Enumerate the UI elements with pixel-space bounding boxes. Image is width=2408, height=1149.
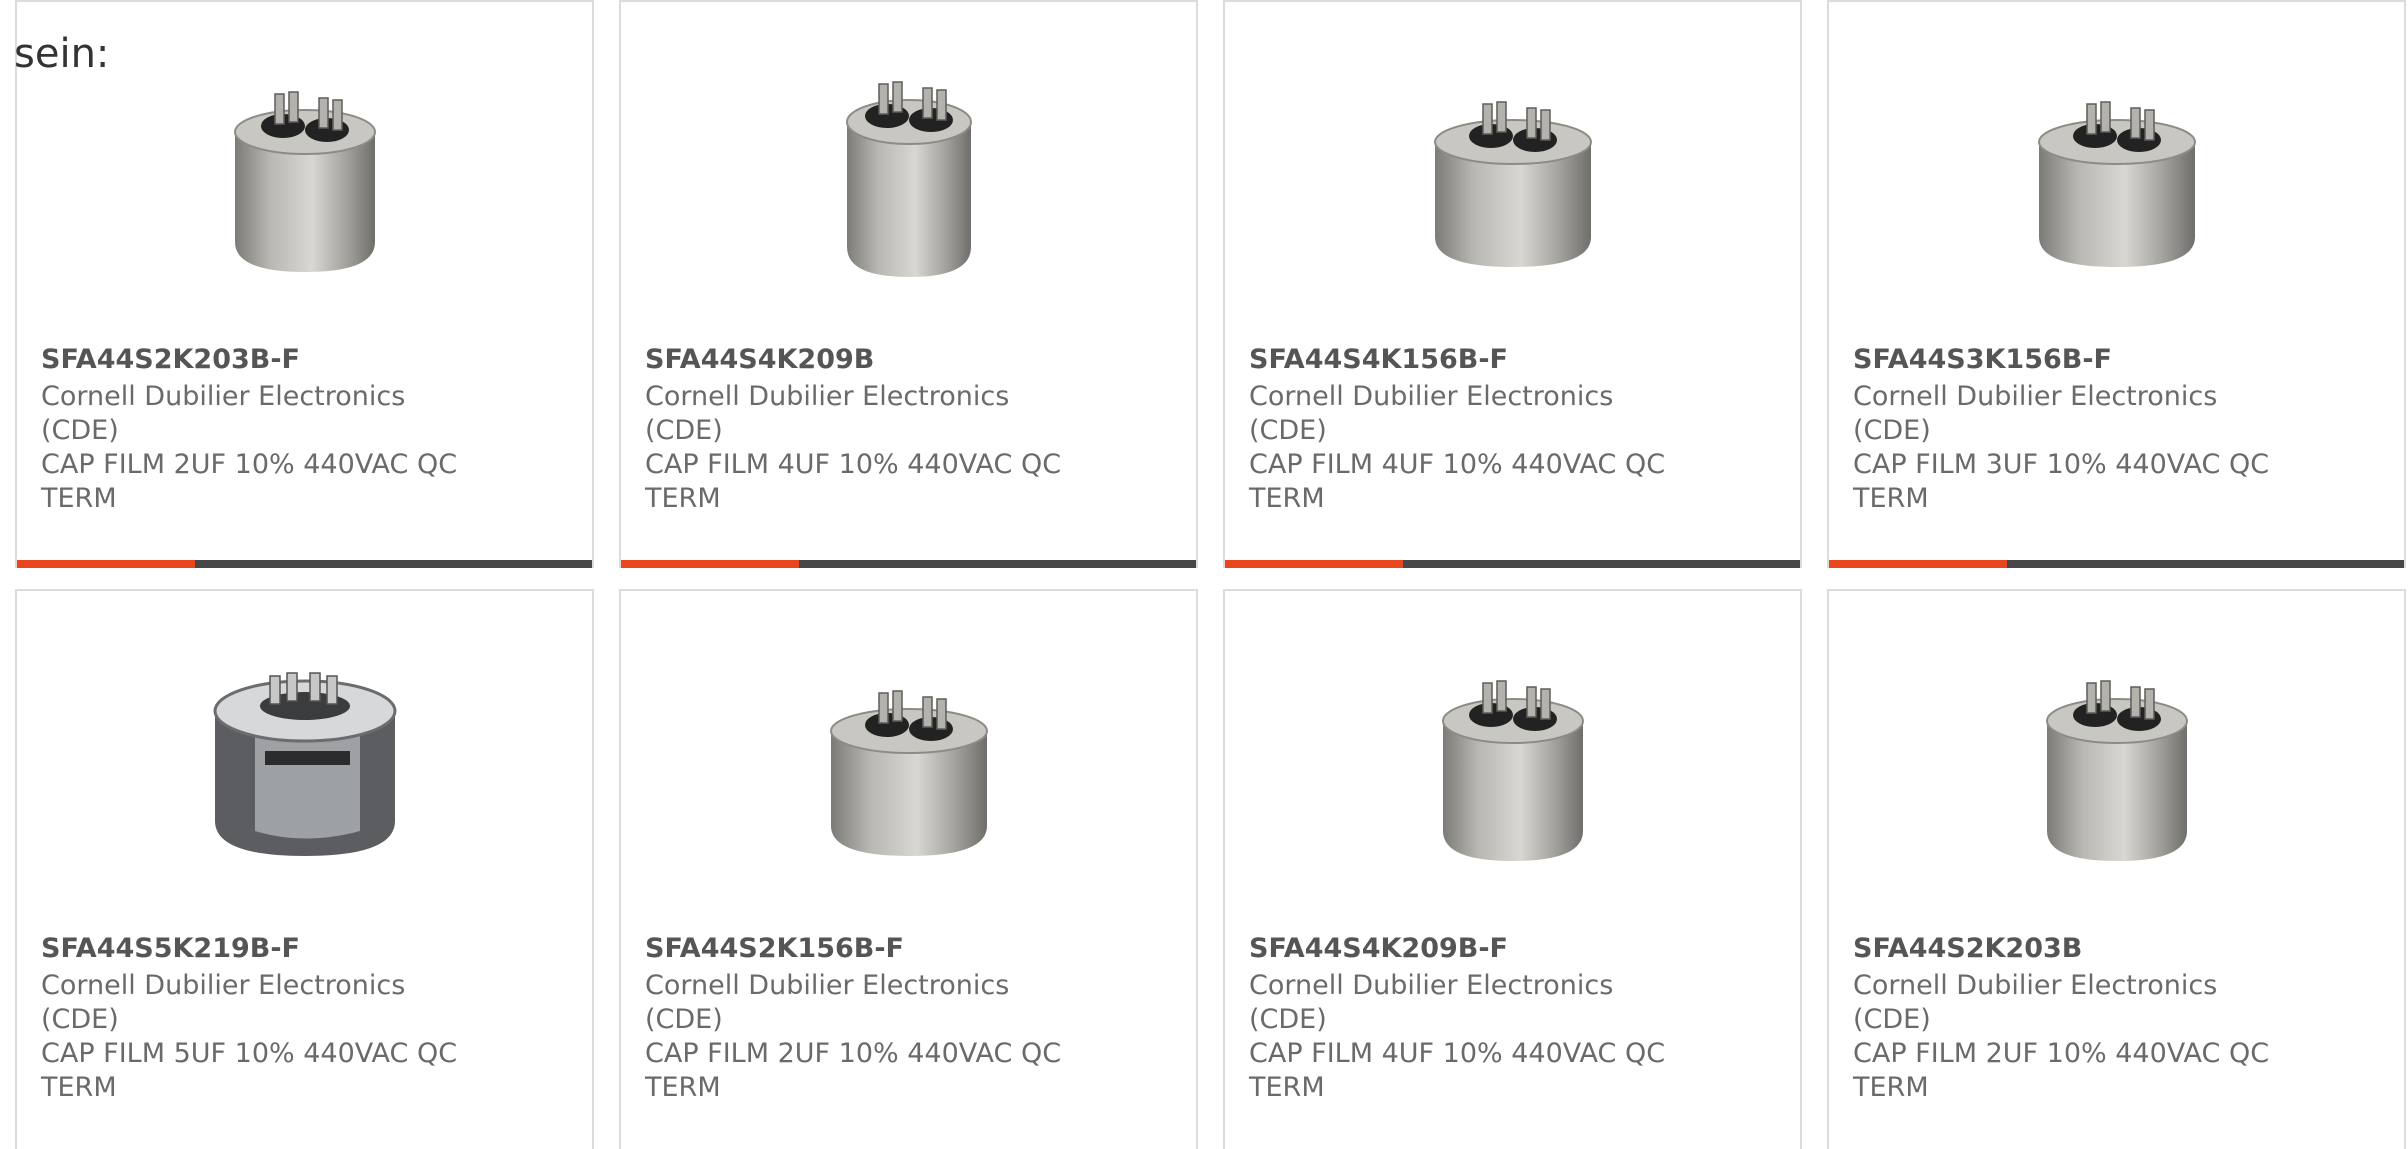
lead-text: sein: <box>14 31 110 77</box>
oval-capacitor-icon[interactable] <box>799 651 1019 871</box>
product-description: CAP FILM 4UF 10% 440VAC QC TERM <box>1249 1038 1666 1103</box>
product-card[interactable]: SFA44S5K219B-F Cornell Dubilier Electron… <box>15 589 594 1149</box>
manufacturer: Cornell Dubilier Electronics (CDE) <box>1853 970 2218 1035</box>
manufacturer: Cornell Dubilier Electronics (CDE) <box>645 381 1010 446</box>
oval-capacitor-icon[interactable] <box>1403 651 1623 871</box>
product-card[interactable]: SFA44S4K156B-F Cornell Dubilier Electron… <box>1223 0 1802 568</box>
progress-fill <box>1225 560 1404 568</box>
oval-capacitor-icon[interactable] <box>2007 651 2227 871</box>
manufacturer: Cornell Dubilier Electronics (CDE) <box>41 381 406 446</box>
part-number[interactable]: SFA44S4K156B-F <box>1249 340 1669 380</box>
manufacturer: Cornell Dubilier Electronics (CDE) <box>1853 381 2218 446</box>
product-card[interactable]: SFA44S2K203B Cornell Dubilier Electronic… <box>1827 589 2406 1149</box>
manufacturer: Cornell Dubilier Electronics (CDE) <box>41 970 406 1035</box>
product-card[interactable]: SFA44S2K203B-F Cornell Dubilier Electron… <box>15 0 594 568</box>
manufacturer: Cornell Dubilier Electronics (CDE) <box>1249 381 1614 446</box>
part-number[interactable]: SFA44S4K209B <box>645 340 1065 380</box>
part-number[interactable]: SFA44S4K209B-F <box>1249 929 1669 969</box>
oval-capacitor-icon[interactable] <box>799 62 1019 282</box>
part-number[interactable]: SFA44S3K156B-F <box>1853 340 2273 380</box>
progress-fill <box>621 560 800 568</box>
oval-capacitor-icon[interactable] <box>2007 62 2227 282</box>
progress-bar <box>1829 560 2404 568</box>
progress-bar <box>17 560 592 568</box>
oval-capacitor-icon[interactable] <box>195 62 415 282</box>
progress-fill <box>1829 560 2008 568</box>
product-description: CAP FILM 4UF 10% 440VAC QC TERM <box>645 449 1062 514</box>
part-number[interactable]: SFA44S2K156B-F <box>645 929 1065 969</box>
product-description: CAP FILM 2UF 10% 440VAC QC TERM <box>1853 1038 2270 1103</box>
round-capacitor-icon[interactable] <box>195 651 415 871</box>
part-number[interactable]: SFA44S2K203B-F <box>41 340 461 380</box>
product-card[interactable]: SFA44S3K156B-F Cornell Dubilier Electron… <box>1827 0 2406 568</box>
part-number[interactable]: SFA44S5K219B-F <box>41 929 461 969</box>
product-description: CAP FILM 2UF 10% 440VAC QC TERM <box>645 1038 1062 1103</box>
product-card[interactable]: SFA44S4K209B-F Cornell Dubilier Electron… <box>1223 589 1802 1149</box>
product-description: CAP FILM 2UF 10% 440VAC QC TERM <box>41 449 458 514</box>
product-description: CAP FILM 4UF 10% 440VAC QC TERM <box>1249 449 1666 514</box>
oval-capacitor-icon[interactable] <box>1403 62 1623 282</box>
product-description: CAP FILM 5UF 10% 440VAC QC TERM <box>41 1038 458 1103</box>
manufacturer: Cornell Dubilier Electronics (CDE) <box>1249 970 1614 1035</box>
part-number[interactable]: SFA44S2K203B <box>1853 929 2273 969</box>
product-description: CAP FILM 3UF 10% 440VAC QC TERM <box>1853 449 2270 514</box>
progress-bar <box>1225 560 1800 568</box>
product-card[interactable]: SFA44S4K209B Cornell Dubilier Electronic… <box>619 0 1198 568</box>
product-card[interactable]: SFA44S2K156B-F Cornell Dubilier Electron… <box>619 589 1198 1149</box>
manufacturer: Cornell Dubilier Electronics (CDE) <box>645 970 1010 1035</box>
progress-fill <box>17 560 196 568</box>
progress-bar <box>621 560 1196 568</box>
